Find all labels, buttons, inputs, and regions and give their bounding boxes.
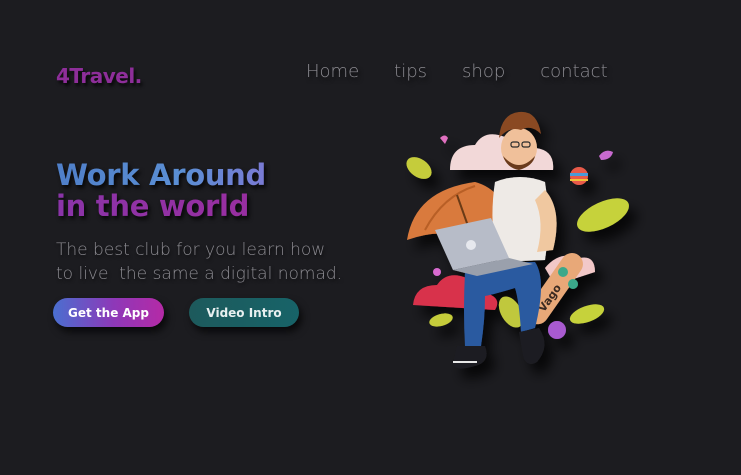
leaf-bottom-right bbox=[569, 304, 605, 324]
nav-item-tips[interactable]: tips bbox=[394, 61, 427, 82]
main-nav: Home tips shop contact bbox=[306, 61, 643, 82]
nav-item-home[interactable]: Home bbox=[306, 61, 359, 82]
brand-logo[interactable]: 4Travel. bbox=[56, 64, 142, 88]
right-shoe bbox=[519, 328, 545, 364]
video-intro-button[interactable]: Video Intro bbox=[189, 298, 299, 327]
leaf-right bbox=[577, 198, 629, 232]
get-the-app-button[interactable]: Get the App bbox=[53, 298, 164, 327]
nav-item-shop[interactable]: shop bbox=[462, 61, 505, 82]
hero-illustration: Vago bbox=[406, 111, 629, 369]
landing-page: 4Travel. Home tips shop contact Work Aro… bbox=[0, 0, 741, 475]
nav-item-contact[interactable]: contact bbox=[540, 61, 607, 82]
leaf-bottom-left bbox=[429, 313, 453, 327]
left-shoe bbox=[453, 346, 487, 369]
hero-title: Work Around in the world bbox=[56, 160, 266, 222]
leaf-top-left bbox=[406, 157, 432, 179]
hero-title-line-2: in the world bbox=[56, 191, 266, 222]
hero-title-line-1: Work Around bbox=[56, 158, 266, 192]
hero-subtitle: The best club for you learn how to live … bbox=[56, 240, 343, 284]
purple-ball bbox=[548, 321, 566, 339]
